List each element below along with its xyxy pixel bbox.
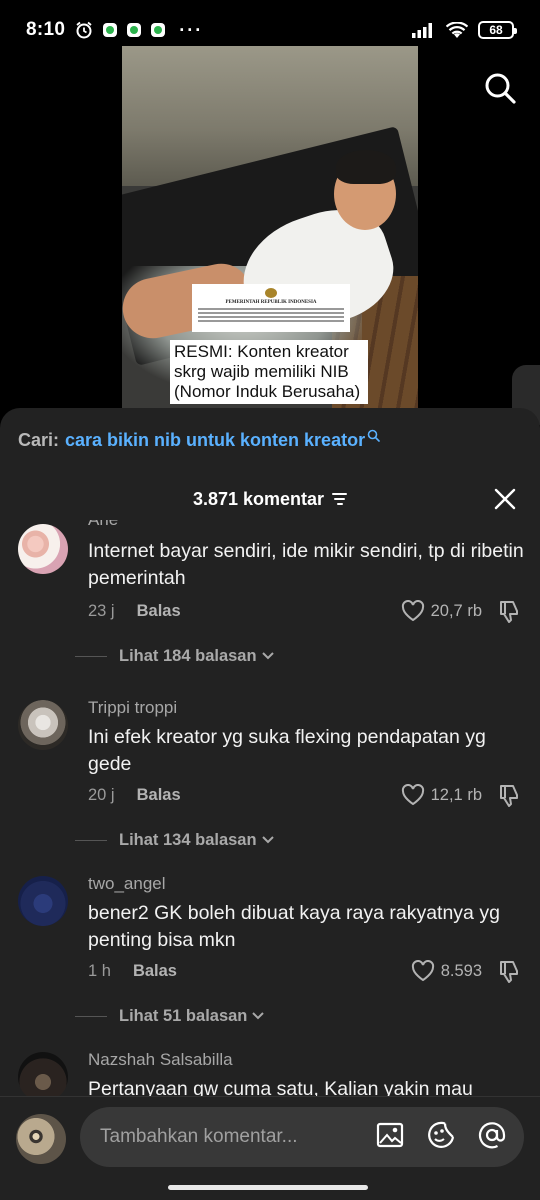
avatar[interactable]	[18, 524, 68, 574]
dislike-button[interactable]	[496, 599, 522, 625]
home-indicator[interactable]	[168, 1185, 368, 1190]
comment-text: Ini efek kreator yg suka flexing pendapa…	[88, 726, 486, 775]
avatar[interactable]	[18, 876, 68, 926]
document-lines	[198, 308, 344, 322]
comments-header: 3.871 komentar	[0, 484, 540, 514]
like-count: 12,1 rb	[430, 785, 482, 804]
document-title: PEMERINTAH REPUBLIK INDONESIA	[225, 300, 317, 305]
reply-button[interactable]: Balas	[137, 602, 181, 621]
view-replies-label: Lihat 184 balasan	[119, 647, 257, 665]
avatar[interactable]	[18, 700, 68, 750]
comment-count: 3.871 komentar	[192, 488, 325, 509]
search-icon	[485, 73, 516, 104]
heart-icon	[401, 600, 424, 622]
sort-filter-icon[interactable]	[332, 493, 348, 505]
dislike-button[interactable]	[496, 783, 522, 809]
replies-divider	[75, 656, 107, 657]
close-button[interactable]	[490, 484, 520, 514]
chevron-down-icon	[261, 647, 275, 666]
battery-indicator: 68	[478, 21, 517, 39]
comment-text: bener2 GK boleh dibuat kaya raya rakyatn…	[88, 902, 500, 951]
comment-time: 20 j	[88, 786, 115, 804]
comment-meta: 1 h Balas	[88, 962, 177, 981]
reply-button[interactable]: Balas	[137, 786, 181, 805]
comment-text: Pertanyaan gw cuma satu, Kalian yakin ma…	[88, 1078, 473, 1098]
chevron-down-icon	[251, 1007, 265, 1026]
alarm-icon	[75, 21, 93, 39]
mention-icon[interactable]	[478, 1121, 506, 1154]
heart-icon	[401, 784, 424, 806]
whatsapp-notification-icon	[127, 23, 142, 37]
replies-divider	[75, 840, 107, 841]
composer-actions	[376, 1107, 506, 1167]
whatsapp-notification-icon	[103, 23, 118, 37]
comment-username[interactable]: Nazshah Salsabilla	[88, 1050, 233, 1070]
view-replies-button[interactable]: Lihat 134 balasan	[75, 831, 275, 850]
comments-list[interactable]: Arie Internet bayar sendiri, ide mikir s…	[0, 520, 540, 1098]
emoji-icon[interactable]	[426, 1120, 456, 1155]
garuda-seal-icon	[265, 288, 277, 298]
search-suggestion-label: Cari:	[18, 430, 60, 450]
view-replies-button[interactable]: Lihat 51 balasan	[75, 1007, 265, 1026]
comment-username[interactable]: Trippi troppi	[88, 698, 177, 718]
view-replies-label: Lihat 134 balasan	[119, 831, 257, 849]
search-button[interactable]	[482, 70, 518, 106]
comment-meta: 23 j Balas	[88, 602, 181, 621]
video-caption: RESMI: Konten kreator skrg wajib memilik…	[170, 340, 368, 404]
status-time: 8:10	[26, 19, 66, 40]
comment-username[interactable]: Arie	[88, 520, 118, 530]
avatar[interactable]	[18, 1052, 68, 1098]
video-player[interactable]: PEMERINTAH REPUBLIK INDONESIA RESMI: Kon…	[122, 46, 418, 410]
like-button[interactable]: 12,1 rb	[401, 784, 482, 806]
comment-text: Internet bayar sendiri, ide mikir sendir…	[88, 540, 524, 589]
comment-input[interactable]: Tambahkan komentar...	[80, 1107, 524, 1167]
search-suggestion[interactable]: Cari: cara bikin nib untuk konten kreato…	[18, 429, 380, 451]
comment-username[interactable]: two_angel	[88, 874, 166, 894]
reply-button[interactable]: Balas	[133, 962, 177, 981]
chevron-down-icon	[261, 831, 275, 850]
comment-time: 1 h	[88, 962, 111, 980]
video-caption-text: RESMI: Konten kreator skrg wajib memilik…	[174, 342, 361, 401]
like-button[interactable]: 8.593	[411, 960, 482, 982]
comment-composer: Tambahkan komentar...	[0, 1096, 540, 1200]
dislike-button[interactable]	[496, 959, 522, 985]
view-replies-button[interactable]: Lihat 184 balasan	[75, 647, 275, 666]
document-overlay: PEMERINTAH REPUBLIK INDONESIA	[192, 284, 350, 332]
view-replies-label: Lihat 51 balasan	[119, 1007, 248, 1025]
small-search-icon	[367, 429, 380, 445]
thumbs-down-icon	[500, 601, 518, 623]
like-button[interactable]: 20,7 rb	[401, 600, 482, 622]
comment-time: 23 j	[88, 602, 115, 620]
thumbs-down-icon	[500, 785, 518, 807]
comment-meta: 20 j Balas	[88, 786, 181, 805]
comments-sheet: Cari: cara bikin nib untuk konten kreato…	[0, 408, 540, 1200]
video-frame-hair	[336, 150, 396, 184]
signal-icon	[412, 22, 436, 38]
image-icon[interactable]	[376, 1122, 404, 1153]
like-count: 20,7 rb	[430, 601, 482, 620]
replies-divider	[75, 1016, 107, 1017]
my-avatar[interactable]	[16, 1114, 66, 1164]
heart-icon	[411, 960, 434, 982]
thumbs-down-icon	[500, 961, 518, 983]
wifi-icon	[446, 21, 468, 39]
close-icon	[494, 488, 516, 510]
whatsapp-notification-icon	[151, 23, 166, 37]
like-count: 8.593	[440, 961, 482, 980]
more-notifications-icon: ···	[179, 19, 204, 40]
comment-input-placeholder: Tambahkan komentar...	[100, 1126, 298, 1147]
search-suggestion-query[interactable]: cara bikin nib untuk konten kreator	[65, 430, 365, 451]
